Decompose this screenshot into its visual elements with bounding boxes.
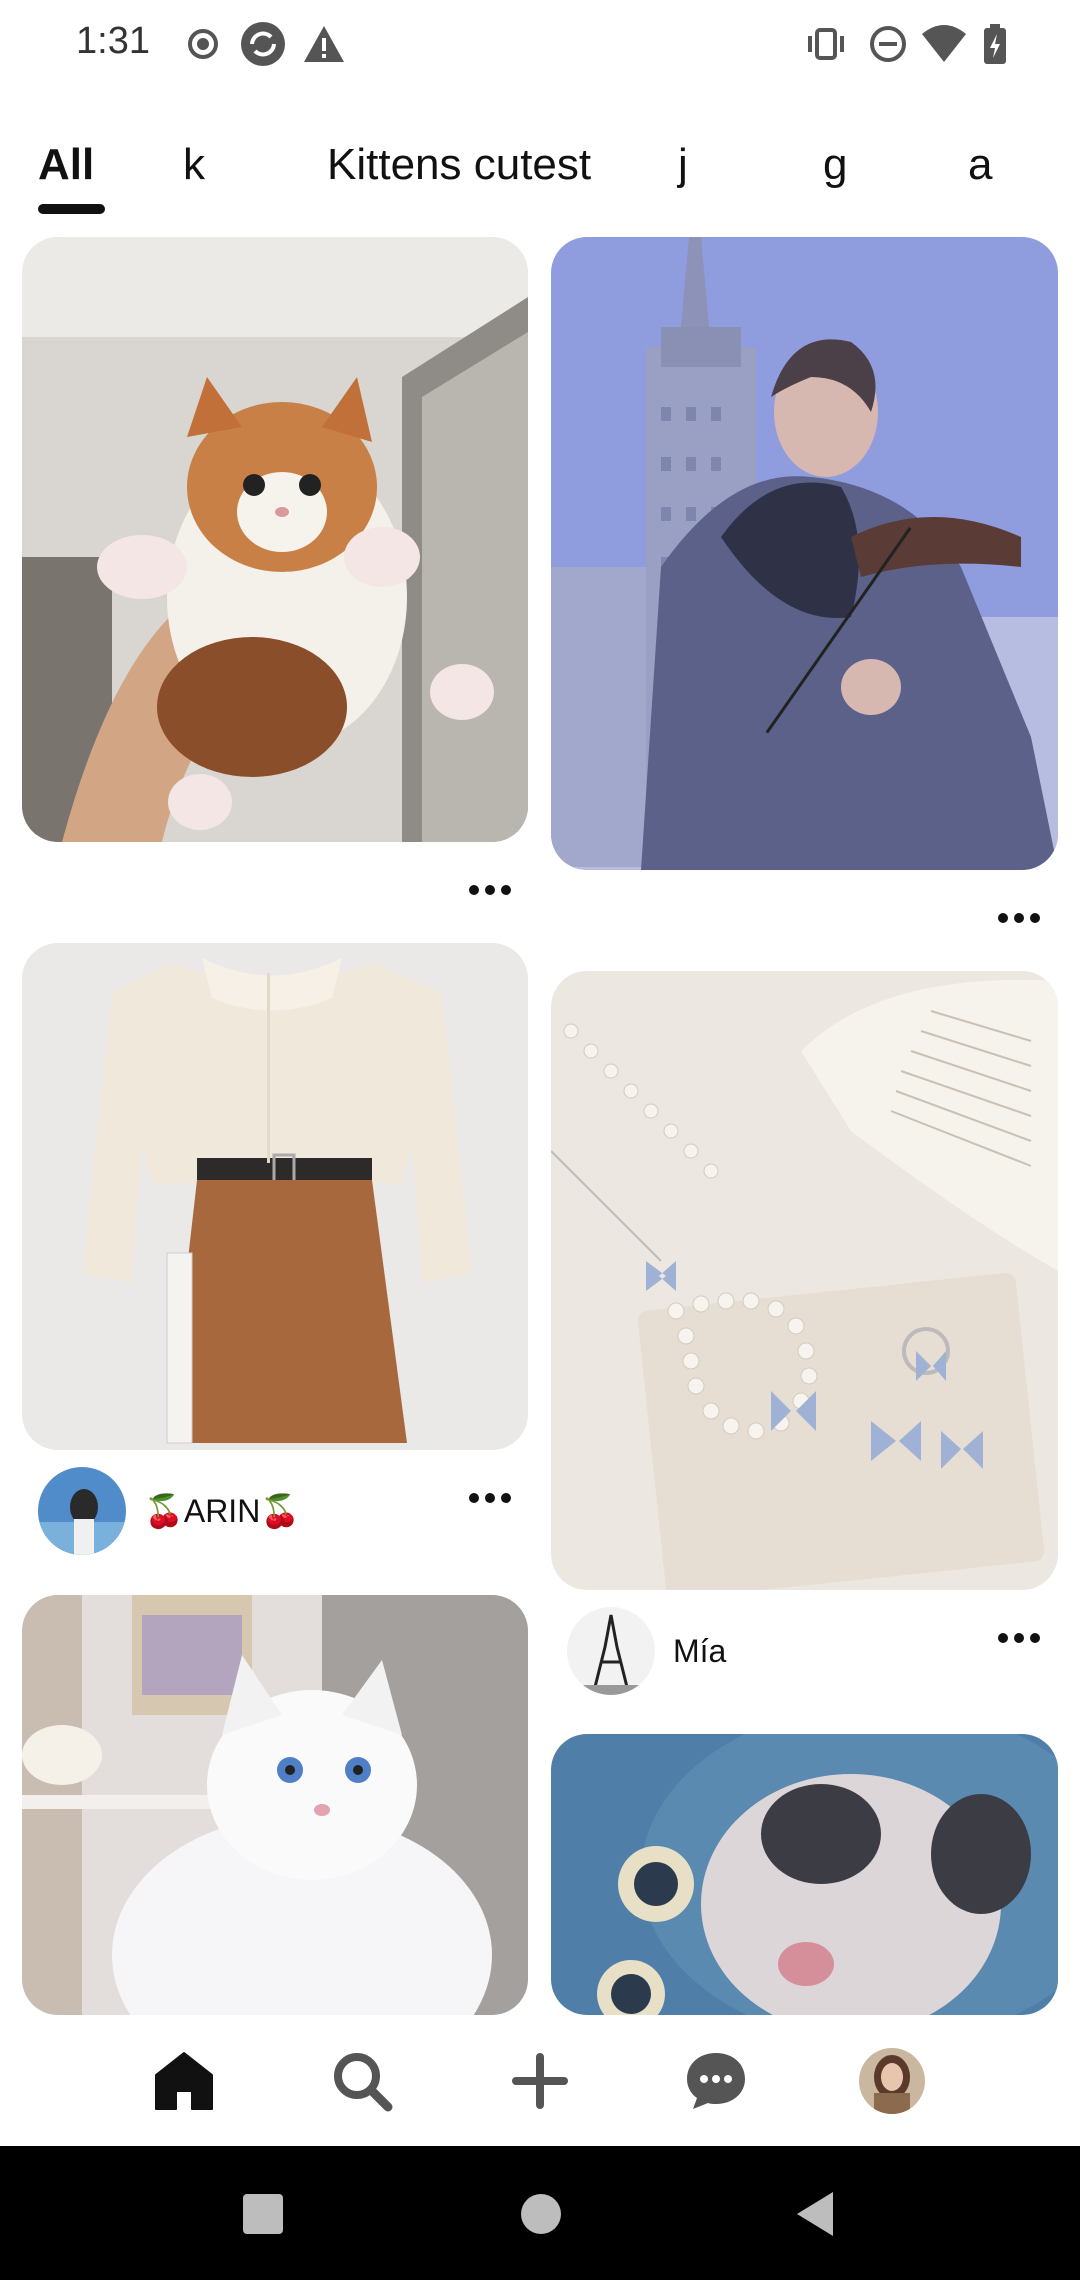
pin-blue-blanket-cat-image[interactable] — [551, 1734, 1058, 2015]
pin-feed[interactable]: 🍒ARIN🍒 Mía — [0, 235, 1080, 2015]
active-tab-indicator — [38, 204, 105, 214]
status-time: 1:31 — [76, 20, 150, 62]
record-icon — [186, 18, 220, 75]
pin-more-options-button[interactable] — [465, 1488, 515, 1508]
pin-outfit-image[interactable] — [22, 943, 528, 1450]
back-button[interactable] — [795, 2190, 835, 2243]
author-name: 🍒ARIN🍒 — [144, 1493, 301, 1529]
profile-avatar[interactable] — [856, 2045, 928, 2117]
search-icon[interactable] — [326, 2045, 398, 2117]
bottom-navigation-bar — [0, 2015, 1080, 2146]
board-filter-tabs: All k Kittens cutest j g a — [0, 140, 1080, 220]
pin-kitten-image[interactable] — [22, 237, 528, 842]
author-name: Mía — [673, 1632, 727, 1669]
pin-more-options-button[interactable] — [994, 1628, 1044, 1648]
vibrate-icon — [804, 18, 848, 75]
create-icon[interactable] — [504, 2045, 576, 2117]
battery-charging-icon — [980, 18, 1010, 75]
messages-icon[interactable] — [680, 2045, 752, 2117]
recents-button[interactable] — [243, 2194, 283, 2239]
do-not-disturb-icon — [866, 18, 910, 75]
pin-author[interactable]: Mía — [567, 1607, 726, 1695]
tab-g[interactable]: g — [823, 140, 847, 190]
warning-icon — [302, 18, 346, 75]
status-bar: 1:31 — [0, 0, 1080, 88]
tab-j[interactable]: j — [678, 140, 688, 190]
system-navigation-bar — [0, 2146, 1080, 2280]
tab-k[interactable]: k — [183, 140, 205, 190]
author-avatar — [567, 1607, 655, 1695]
pin-white-cat-image[interactable] — [22, 1595, 528, 2015]
pin-jewelry-image[interactable] — [551, 971, 1058, 1590]
home-button[interactable] — [520, 2193, 562, 2240]
home-icon[interactable] — [148, 2045, 220, 2117]
tab-kittens-cutest[interactable]: Kittens cutest — [327, 140, 591, 190]
author-avatar — [38, 1467, 126, 1555]
wifi-icon — [920, 18, 968, 75]
pin-violinist-image[interactable] — [551, 237, 1058, 870]
pin-more-options-button[interactable] — [994, 908, 1044, 928]
pin-author[interactable]: 🍒ARIN🍒 — [38, 1467, 300, 1555]
tab-all[interactable]: All — [38, 140, 94, 190]
sync-icon — [238, 18, 288, 75]
tab-a[interactable]: a — [968, 140, 992, 190]
pin-more-options-button[interactable] — [465, 880, 515, 900]
